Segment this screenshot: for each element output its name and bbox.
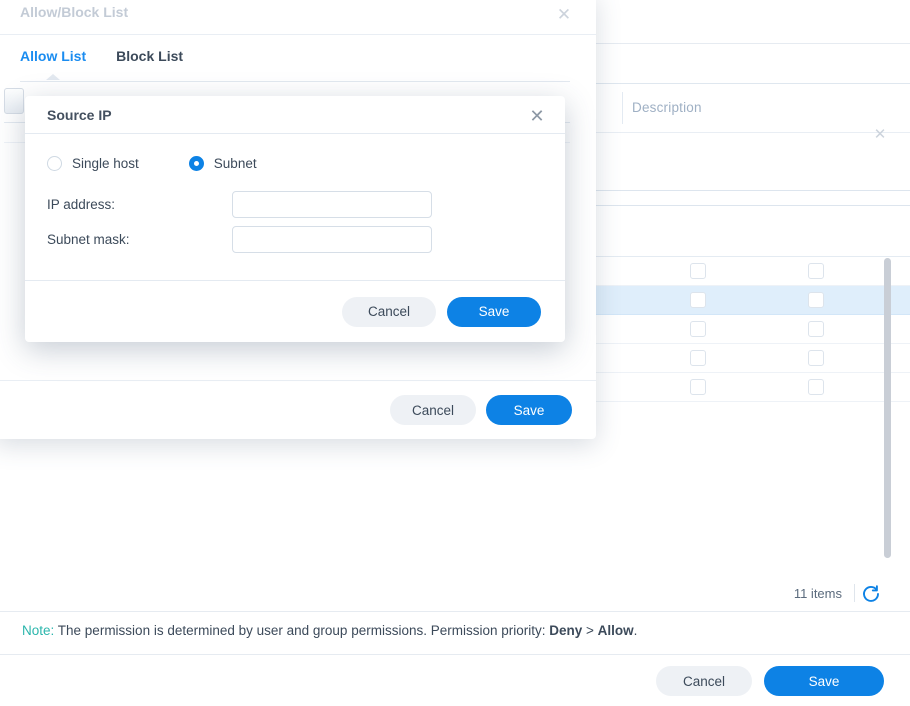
column-header-description: Description	[632, 100, 702, 115]
permissions-table-header: User Permissions w Deny By IP	[595, 206, 910, 252]
column-separator	[622, 92, 623, 124]
row-checkbox-deny[interactable]	[690, 263, 706, 279]
source-ip-dialog-title: Source IP	[47, 107, 112, 123]
note-text-3: .	[633, 623, 638, 638]
source-ip-footer: Cancel Save	[25, 281, 565, 342]
source-ip-type-radio-group: Single host Subnet	[47, 156, 257, 171]
tab-allow-list[interactable]: Allow List	[20, 48, 86, 74]
radio-subnet[interactable]: Subnet	[188, 156, 257, 171]
divider	[20, 81, 570, 82]
background-save-button[interactable]: Save	[764, 666, 884, 696]
screen-root: Description User Permissions w Deny By I…	[0, 0, 910, 706]
background-title-strip	[595, 0, 910, 44]
table-scrollbar[interactable]	[884, 258, 891, 558]
note-bold-deny: Deny	[549, 623, 583, 638]
allow-block-dialog-title: Allow/Block List	[20, 4, 129, 20]
add-entry-button[interactable]	[4, 88, 24, 114]
source-ip-cancel-button[interactable]: Cancel	[342, 296, 436, 327]
row-checkbox-by-ip[interactable]	[808, 263, 824, 279]
subnet-mask-input[interactable]	[232, 226, 432, 253]
ip-address-label: IP address:	[47, 197, 116, 212]
items-count-label: 11 items	[793, 586, 842, 601]
scrollbar-thumb[interactable]	[884, 258, 891, 558]
background-panel-close-icon[interactable]: ✕	[872, 127, 888, 143]
divider	[595, 190, 910, 191]
note-text-2: >	[582, 623, 598, 638]
refresh-icon[interactable]	[860, 583, 882, 605]
allow-block-tabs: Allow List Block List	[20, 48, 183, 74]
divider	[0, 34, 596, 35]
radio-mark-icon	[47, 156, 62, 171]
allow-block-cancel-button[interactable]: Cancel	[390, 395, 476, 425]
source-ip-save-button[interactable]: Save	[447, 296, 541, 327]
row-checkbox-deny[interactable]	[690, 321, 706, 337]
allow-block-save-button[interactable]: Save	[486, 395, 572, 425]
note-label: Note:	[22, 623, 55, 638]
divider	[854, 584, 855, 602]
row-checkbox-by-ip[interactable]	[808, 350, 824, 366]
tab-block-list[interactable]: Block List	[116, 48, 183, 74]
background-footer: Cancel Save	[0, 655, 910, 706]
source-ip-dialog: Source IP ✕ Single host Subnet IP address…	[25, 96, 565, 342]
row-checkbox-deny[interactable]	[690, 292, 706, 308]
note-text-1: The permission is determined by user and…	[54, 623, 550, 638]
allow-block-footer: Cancel Save	[0, 381, 596, 439]
note-row: Note: The permission is determined by us…	[0, 612, 910, 654]
divider	[595, 132, 910, 133]
row-checkbox-by-ip[interactable]	[808, 321, 824, 337]
subnet-mask-label: Subnet mask:	[47, 232, 130, 247]
source-ip-close-icon[interactable]: ✕	[525, 104, 549, 128]
table-footer: 11 items	[0, 578, 910, 612]
row-checkbox-by-ip[interactable]	[808, 292, 824, 308]
radio-label: Subnet	[213, 156, 257, 171]
allow-block-close-icon[interactable]: ✕	[552, 2, 576, 26]
ip-address-row: IP address:	[47, 191, 543, 218]
row-checkbox-deny[interactable]	[690, 350, 706, 366]
subnet-mask-row: Subnet mask:	[47, 226, 543, 253]
radio-mark-icon	[188, 156, 204, 171]
row-checkbox-deny[interactable]	[690, 379, 706, 395]
ip-address-input[interactable]	[232, 191, 432, 218]
background-cancel-button[interactable]: Cancel	[656, 666, 752, 696]
row-checkbox-by-ip[interactable]	[808, 379, 824, 395]
note-bold-allow: Allow	[597, 623, 634, 638]
background-tab-strip	[595, 44, 910, 84]
radio-single-host[interactable]: Single host	[47, 156, 139, 171]
permission-note: Note: The permission is determined by us…	[22, 623, 637, 638]
radio-label: Single host	[72, 156, 139, 171]
source-ip-body: Single host Subnet IP address: Subnet mas…	[25, 134, 565, 280]
